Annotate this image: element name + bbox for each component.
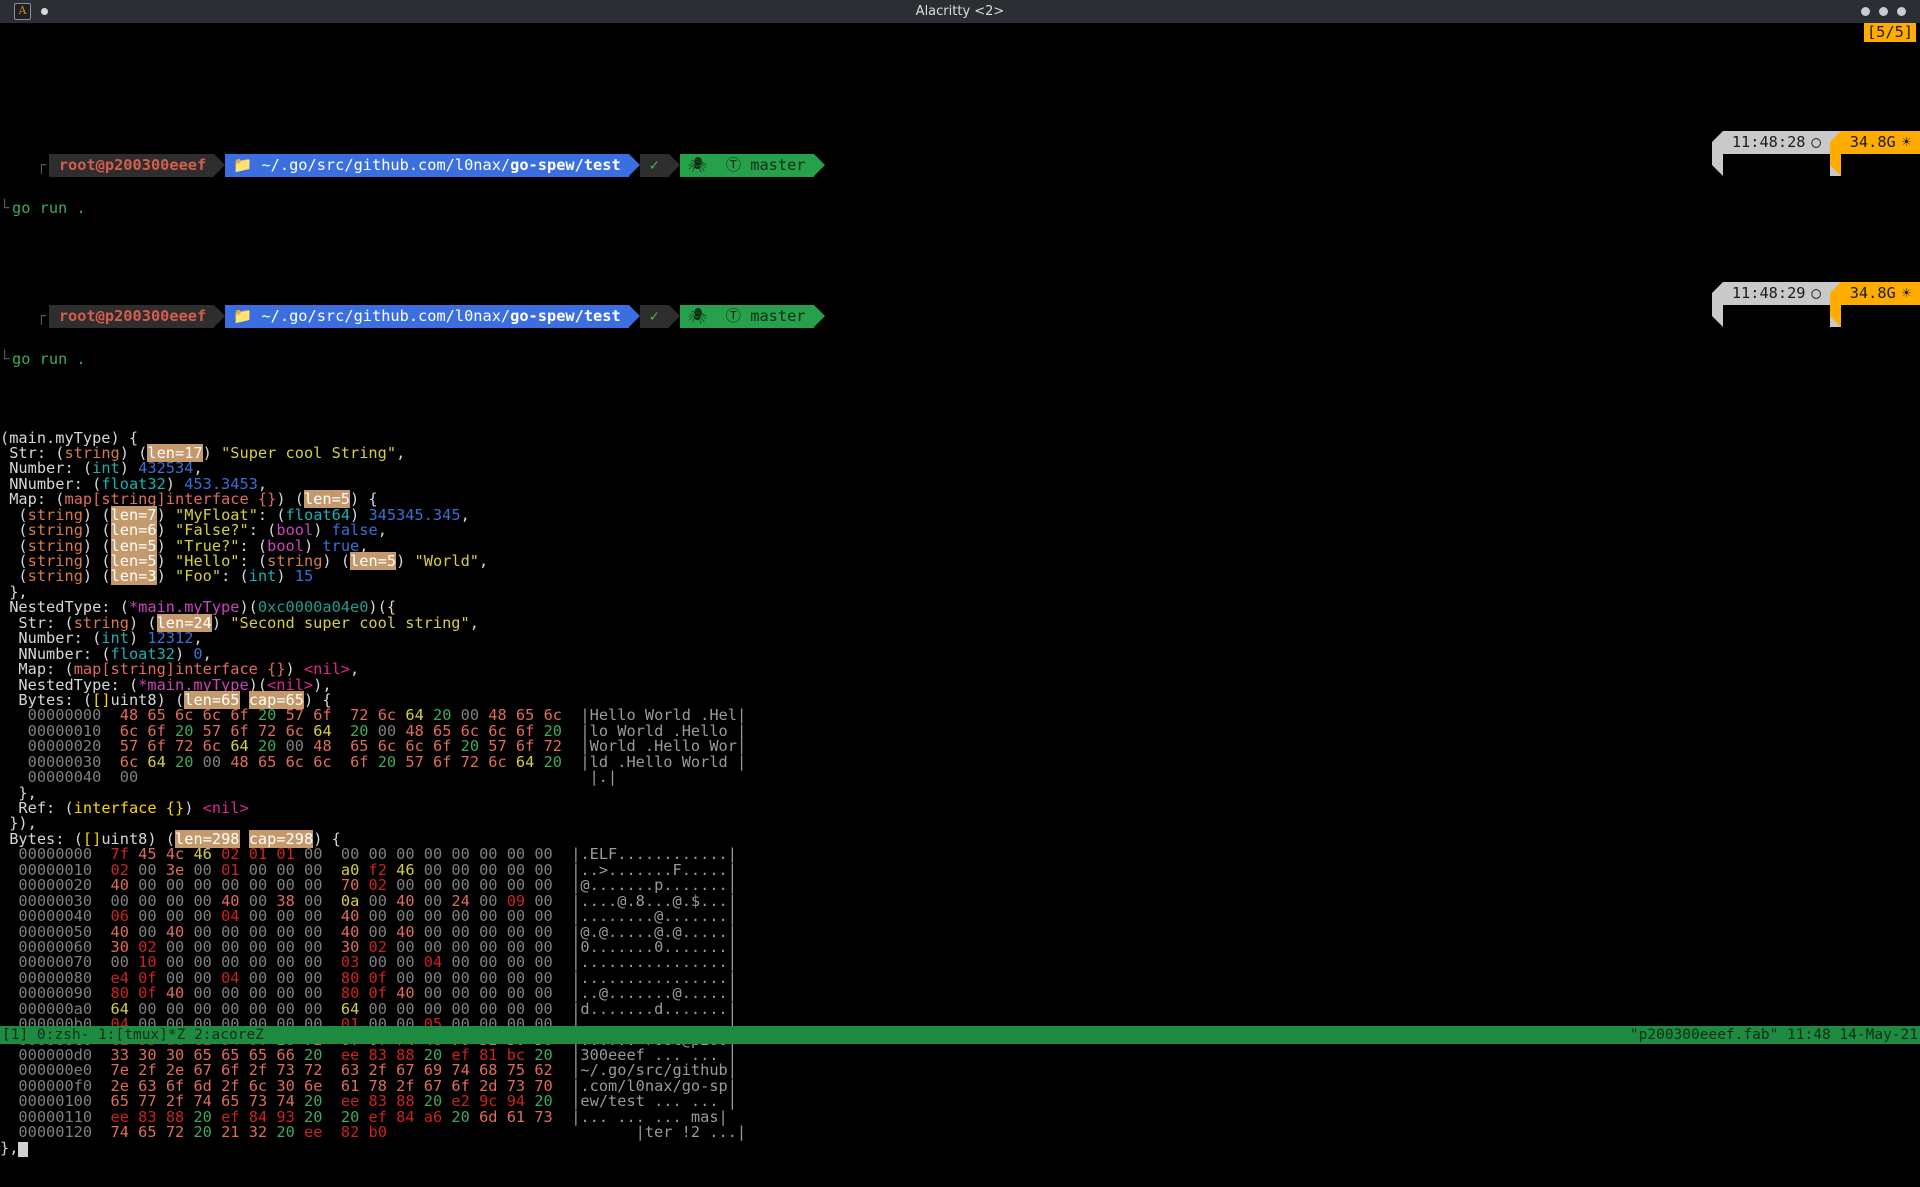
prompt-status-2: ✓	[639, 305, 669, 329]
gauge-icon: ☀	[1901, 284, 1911, 303]
prompt-git-1: 🕷 Ⓣ master	[679, 154, 814, 178]
output-line: Number: (int) 432534,	[0, 459, 203, 478]
folder-icon: 📁	[233, 156, 253, 175]
length-badge: len=3	[110, 567, 157, 586]
record-dot-icon	[41, 8, 48, 15]
gauge-icon: ☀	[1901, 133, 1911, 152]
window-controls[interactable]	[1706, 7, 1906, 16]
output-line: Number: (int) 12312,	[0, 629, 203, 648]
window-titlebar: A Alacritty <2>	[0, 0, 1920, 23]
prompt-status-1: ✓	[639, 154, 669, 178]
output-line: },	[0, 783, 37, 802]
pane-count-badge: [5/5]	[1863, 23, 1916, 42]
output-line: (string) (len=3) "Foo": (int) 15	[0, 567, 314, 586]
close-button[interactable]	[1897, 7, 1906, 16]
program-output: (main.myType) { Str: (string) (len=17) "…	[0, 430, 1920, 1157]
text-cursor	[18, 1141, 28, 1157]
branch-icon: Ⓣ	[725, 156, 742, 175]
prompt-right-2: 11:48:29 ◯ 34.8G ☀	[1711, 282, 1920, 328]
tmux-windows[interactable]: 0:zsh- 1:[tmux]*Z 2:acoreZ	[28, 1027, 264, 1043]
tmux-status-bar[interactable]: [1] 0:zsh- 1:[tmux]*Z 2:acoreZ "p200300e…	[0, 1026, 1920, 1044]
prompt-path-1: 📁 ~/.go/src/github.com/l0nax/go-spew/tes…	[225, 154, 629, 178]
clock-icon: ◯	[1811, 133, 1821, 152]
tmux-session-index: [1]	[2, 1027, 29, 1043]
prompt-path-2: 📁 ~/.go/src/github.com/l0nax/go-spew/tes…	[225, 305, 629, 329]
titlebar-left-group: A	[14, 3, 214, 20]
output-line: 00000120 74 65 72 20 21 32 20 ee 82 b0 |…	[18, 1123, 747, 1142]
github-icon: 🕷	[687, 156, 708, 175]
command-text-1: go run .	[12, 198, 86, 217]
minimize-button[interactable]	[1861, 7, 1870, 16]
prompt-time-2: 11:48:29 ◯	[1722, 282, 1830, 306]
command-line-2: └ go run .	[0, 349, 86, 368]
tmux-window-list[interactable]: [1] 0:zsh- 1:[tmux]*Z 2:acoreZ	[2, 1026, 264, 1044]
output-line: Str: (string) (len=17) "Super cool Strin…	[0, 443, 406, 462]
prompt-user-1: root@p200300eeef	[48, 154, 215, 178]
terminal-pane[interactable]: [5/5] ┌ root@p200300eeef 📁 ~/.go/src/githu…	[0, 23, 1920, 1157]
branch-icon: Ⓣ	[725, 307, 742, 326]
alacritty-icon: A	[14, 3, 31, 20]
prompt-right-1: 11:48:28 ◯ 34.8G ☀	[1711, 131, 1920, 177]
clock-icon: ◯	[1811, 284, 1821, 303]
output-line: },	[0, 1140, 1920, 1157]
tmux-status-right: "p200300eeef.fab" 11:48 14-May-21	[1629, 1027, 1918, 1043]
prompt-memory-1: 34.8G ☀	[1840, 131, 1920, 155]
prompt-line-1: ┌ root@p200300eeef 📁 ~/.go/src/github.com/…	[0, 131, 1920, 178]
prompt-git-2: 🕷 Ⓣ master	[679, 305, 814, 329]
output-line: 00000040 00 |.|	[27, 768, 618, 787]
folder-icon: 📁	[233, 307, 253, 326]
prompt-memory-2: 34.8G ☀	[1840, 282, 1920, 306]
prompt-user-2: root@p200300eeef	[48, 305, 215, 329]
command-line-1: └ go run .	[0, 198, 86, 217]
prompt-line-2: ┌ root@p200300eeef 📁 ~/.go/src/github.com/…	[0, 282, 1920, 329]
prompt-time-1: 11:48:28 ◯	[1722, 131, 1830, 155]
output-line: Str: (string) (len=24) "Second super coo…	[0, 613, 479, 632]
maximize-button[interactable]	[1879, 7, 1888, 16]
command-text-2: go run .	[12, 349, 86, 368]
github-icon: 🕷	[687, 307, 708, 326]
output-line: Ref: (interface {}) <nil>	[0, 799, 249, 818]
length-badge: len=5	[350, 552, 397, 571]
window-title: Alacritty <2>	[915, 4, 1005, 19]
